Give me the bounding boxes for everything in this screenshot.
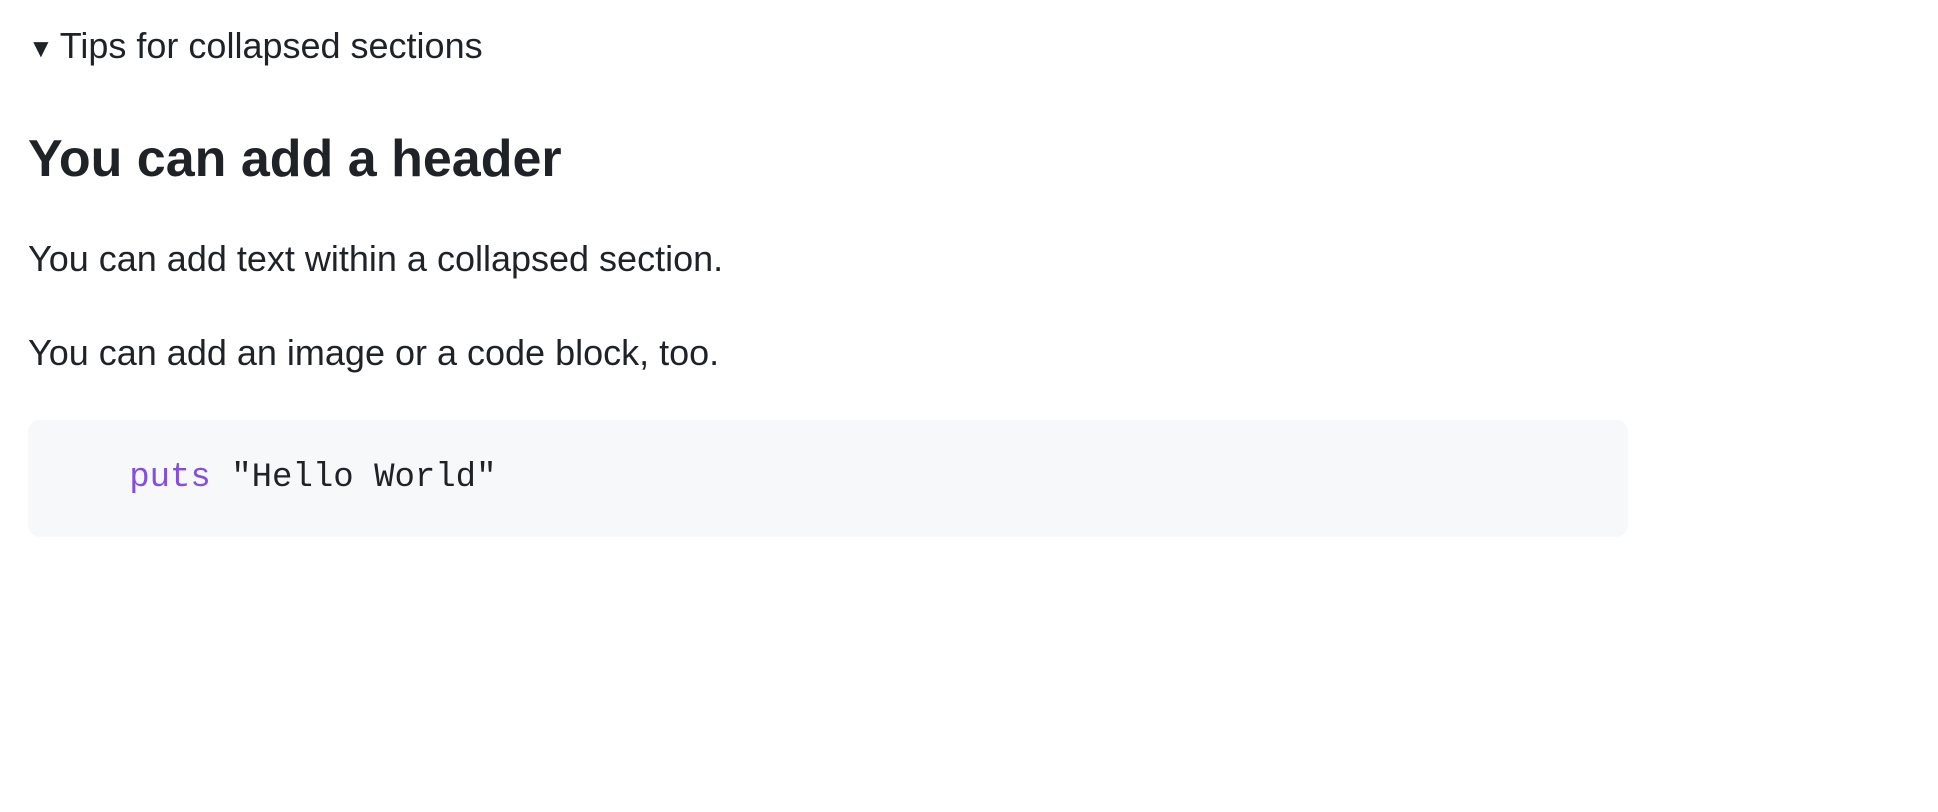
- collapsible-summary[interactable]: ▼ Tips for collapsed sections: [28, 24, 1628, 67]
- code-string: "Hello World": [231, 459, 496, 497]
- code-space: [211, 459, 231, 497]
- code-block: puts "Hello World": [28, 420, 1628, 537]
- body-paragraph-2: You can add an image or a code block, to…: [28, 326, 1628, 380]
- disclosure-triangle-icon: ▼: [28, 35, 54, 61]
- body-paragraph-1: You can add text within a collapsed sect…: [28, 232, 1628, 286]
- summary-label: Tips for collapsed sections: [60, 24, 483, 67]
- code-indent: [68, 459, 129, 497]
- code-content: puts "Hello World": [68, 459, 497, 497]
- document-root: ▼ Tips for collapsed sections You can ad…: [0, 0, 1656, 561]
- section-heading: You can add a header: [28, 127, 1628, 192]
- code-keyword: puts: [129, 459, 211, 497]
